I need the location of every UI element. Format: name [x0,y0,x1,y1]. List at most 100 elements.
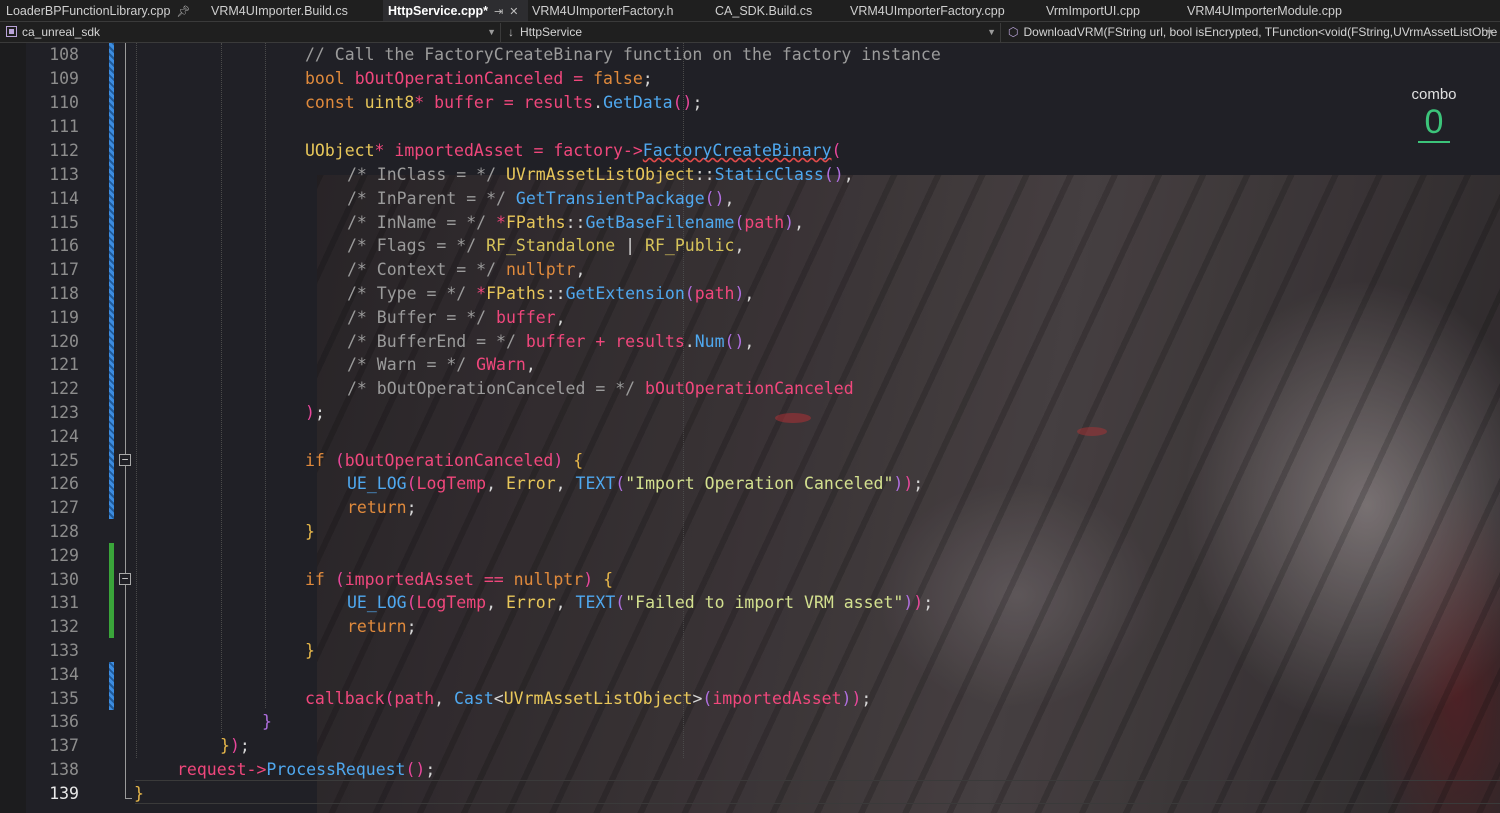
line-number: 121 [49,355,79,374]
tab-label: VrmImportUI.cpp [1046,4,1141,18]
code-line-126: UE_LOG(LogTemp, Error, TEXT("Import Oper… [347,474,924,493]
method-icon: ⬡ [1008,25,1019,39]
chevron-down-icon: ▼ [487,27,496,37]
tab-label: LoaderBPFunctionLibrary.cpp [6,4,171,18]
current-line-highlight [135,780,1500,804]
tab-label: VRM4UImporterModule.cpp [1187,4,1342,18]
line-number: 111 [49,117,79,136]
tab-vrm4uimporterfactory-cpp[interactable]: VRM4UImporterFactory.cpp [850,0,1005,21]
code-editor[interactable]: − − 108 109 110 111 112 113 114 115 116 … [0,43,1500,813]
code-line-120: /* BufferEnd = */ buffer + results.Num()… [347,332,755,351]
line-number: 131 [49,593,79,612]
code-line-117: /* Context = */ nullptr, [347,260,586,279]
code-line-128: } [305,522,315,541]
fold-toggle-icon[interactable]: − [119,454,131,466]
line-number: 129 [49,546,79,565]
line-number: 113 [49,165,79,184]
change-indicator-added [109,543,114,638]
line-number: 130 [49,570,79,589]
code-line-125: if (bOutOperationCanceled) { [305,451,584,470]
line-number: 132 [49,617,79,636]
line-number: 125 [49,451,79,470]
line-number: 115 [49,213,79,232]
tab-label: HttpService.cpp* [388,4,489,18]
tab-ca-sdk-build[interactable]: CA_SDK.Build.cs [715,0,813,21]
close-icon[interactable]: ✕ [509,6,518,18]
line-number: 116 [49,236,79,255]
background-eye-glow [1077,427,1107,436]
outline-end [125,798,132,799]
navigation-bar: ca_unreal_sdk ▼ ↓ HttpService ▼ ⬡ Download… [0,22,1500,43]
error-squiggle: FactoryCreateBinary [642,141,832,160]
change-indicator-modified [109,662,114,710]
code-line-121: /* Warn = */ GWarn, [347,355,536,374]
combo-counter: combo 0 [1404,86,1464,143]
member-dropdown[interactable]: ⬡ DownloadVRM(FString url, bool isEncrypt… [1004,23,1498,42]
project-dropdown[interactable]: ca_unreal_sdk ▼ [2,23,501,42]
tab-loaderbpfunctionlibrary[interactable]: LoaderBPFunctionLibrary.cpp 📌︎ [6,0,190,21]
code-line-116: /* Flags = */ RF_Standalone | RF_Public, [347,236,745,255]
tab-httpservice[interactable]: HttpService.cpp* ⇥ ✕ [383,0,528,21]
document-tab-bar: LoaderBPFunctionLibrary.cpp 📌︎ VRM4UImpor… [0,0,1500,22]
tab-label: VRM4UImporterFactory.cpp [850,4,1005,18]
line-number: 133 [49,641,79,660]
line-number: 109 [49,69,79,88]
code-line-108: // Call the FactoryCreateBinary function… [305,45,941,64]
tab-vrm4uimporterfactory-h[interactable]: VRM4UImporterFactory.h [532,0,674,21]
code-line-131: UE_LOG(LogTemp, Error, TEXT("Failed to i… [347,593,934,612]
tab-vrmimportui[interactable]: VrmImportUI.cpp [1046,0,1141,21]
fold-toggle-icon[interactable]: − [119,573,131,585]
line-number: 119 [49,308,79,327]
scope-name: HttpService [520,25,583,39]
scope-dropdown[interactable]: ↓ HttpService ▼ [504,23,1001,42]
code-line-135: callback(path, Cast<UVrmAssetListObject>… [305,689,872,708]
line-number: 117 [49,260,79,279]
pin-icon[interactable]: ⇥ [494,6,503,18]
tab-vrm4uimportermodule[interactable]: VRM4UImporterModule.cpp [1187,0,1342,21]
code-line-119: /* Buffer = */ buffer, [347,308,566,327]
tab-vrm4uimporter-build[interactable]: VRM4UImporter.Build.cs [211,0,348,21]
scope-icon: ↓ [508,25,514,39]
line-number: 112 [49,141,79,160]
pin-icon[interactable]: 📌︎ [176,6,190,18]
tab-label: CA_SDK.Build.cs [715,4,813,18]
line-number-current: 139 [49,784,79,803]
code-line-137: }); [220,736,250,755]
change-indicator-modified [109,43,114,519]
line-number: 120 [49,332,79,351]
code-line-130: if (importedAsset == nullptr) { [305,570,613,589]
code-line-110: const uint8* buffer = results.GetData(); [305,93,703,112]
tab-label: VRM4UImporter.Build.cs [211,4,348,18]
tab-label: VRM4UImporterFactory.h [532,4,674,18]
line-number: 124 [49,427,79,446]
line-number: 122 [49,379,79,398]
line-number: 118 [49,284,79,303]
background-eye-glow [775,413,811,423]
code-line-109: bool bOutOperationCanceled = false; [305,69,653,88]
combo-label: combo [1411,86,1457,103]
member-name: DownloadVRM(FString url, bool isEncrypte… [1023,25,1498,39]
code-line-136: } [262,712,272,731]
line-number: 137 [49,736,79,755]
line-number: 134 [49,665,79,684]
line-number: 108 [49,45,79,64]
code-line-138: request->ProcessRequest(); [177,760,436,779]
line-number: 127 [49,498,79,517]
code-line-122: /* bOutOperationCanceled = */ bOutOperat… [347,379,854,398]
line-number: 136 [49,712,79,731]
indent-guide [221,43,222,733]
line-number: 135 [49,689,79,708]
code-line-118: /* Type = */ *FPaths::GetExtension(path)… [347,284,755,303]
chevron-down-icon: ▼ [987,27,996,37]
code-line-132: return; [347,617,417,636]
code-line-127: return; [347,498,417,517]
code-line-114: /* InParent = */ GetTransientPackage(), [347,189,735,208]
code-line-115: /* InName = */ *FPaths::GetBaseFilename(… [347,213,805,232]
code-line-133: } [305,641,315,660]
combo-value: 0 [1418,103,1450,143]
glyph-margin [0,43,26,813]
code-line-112: UObject* importedAsset = factory->Factor… [305,141,842,160]
line-number: 126 [49,474,79,493]
outline-guide [125,43,126,799]
indent-guide [265,43,266,708]
